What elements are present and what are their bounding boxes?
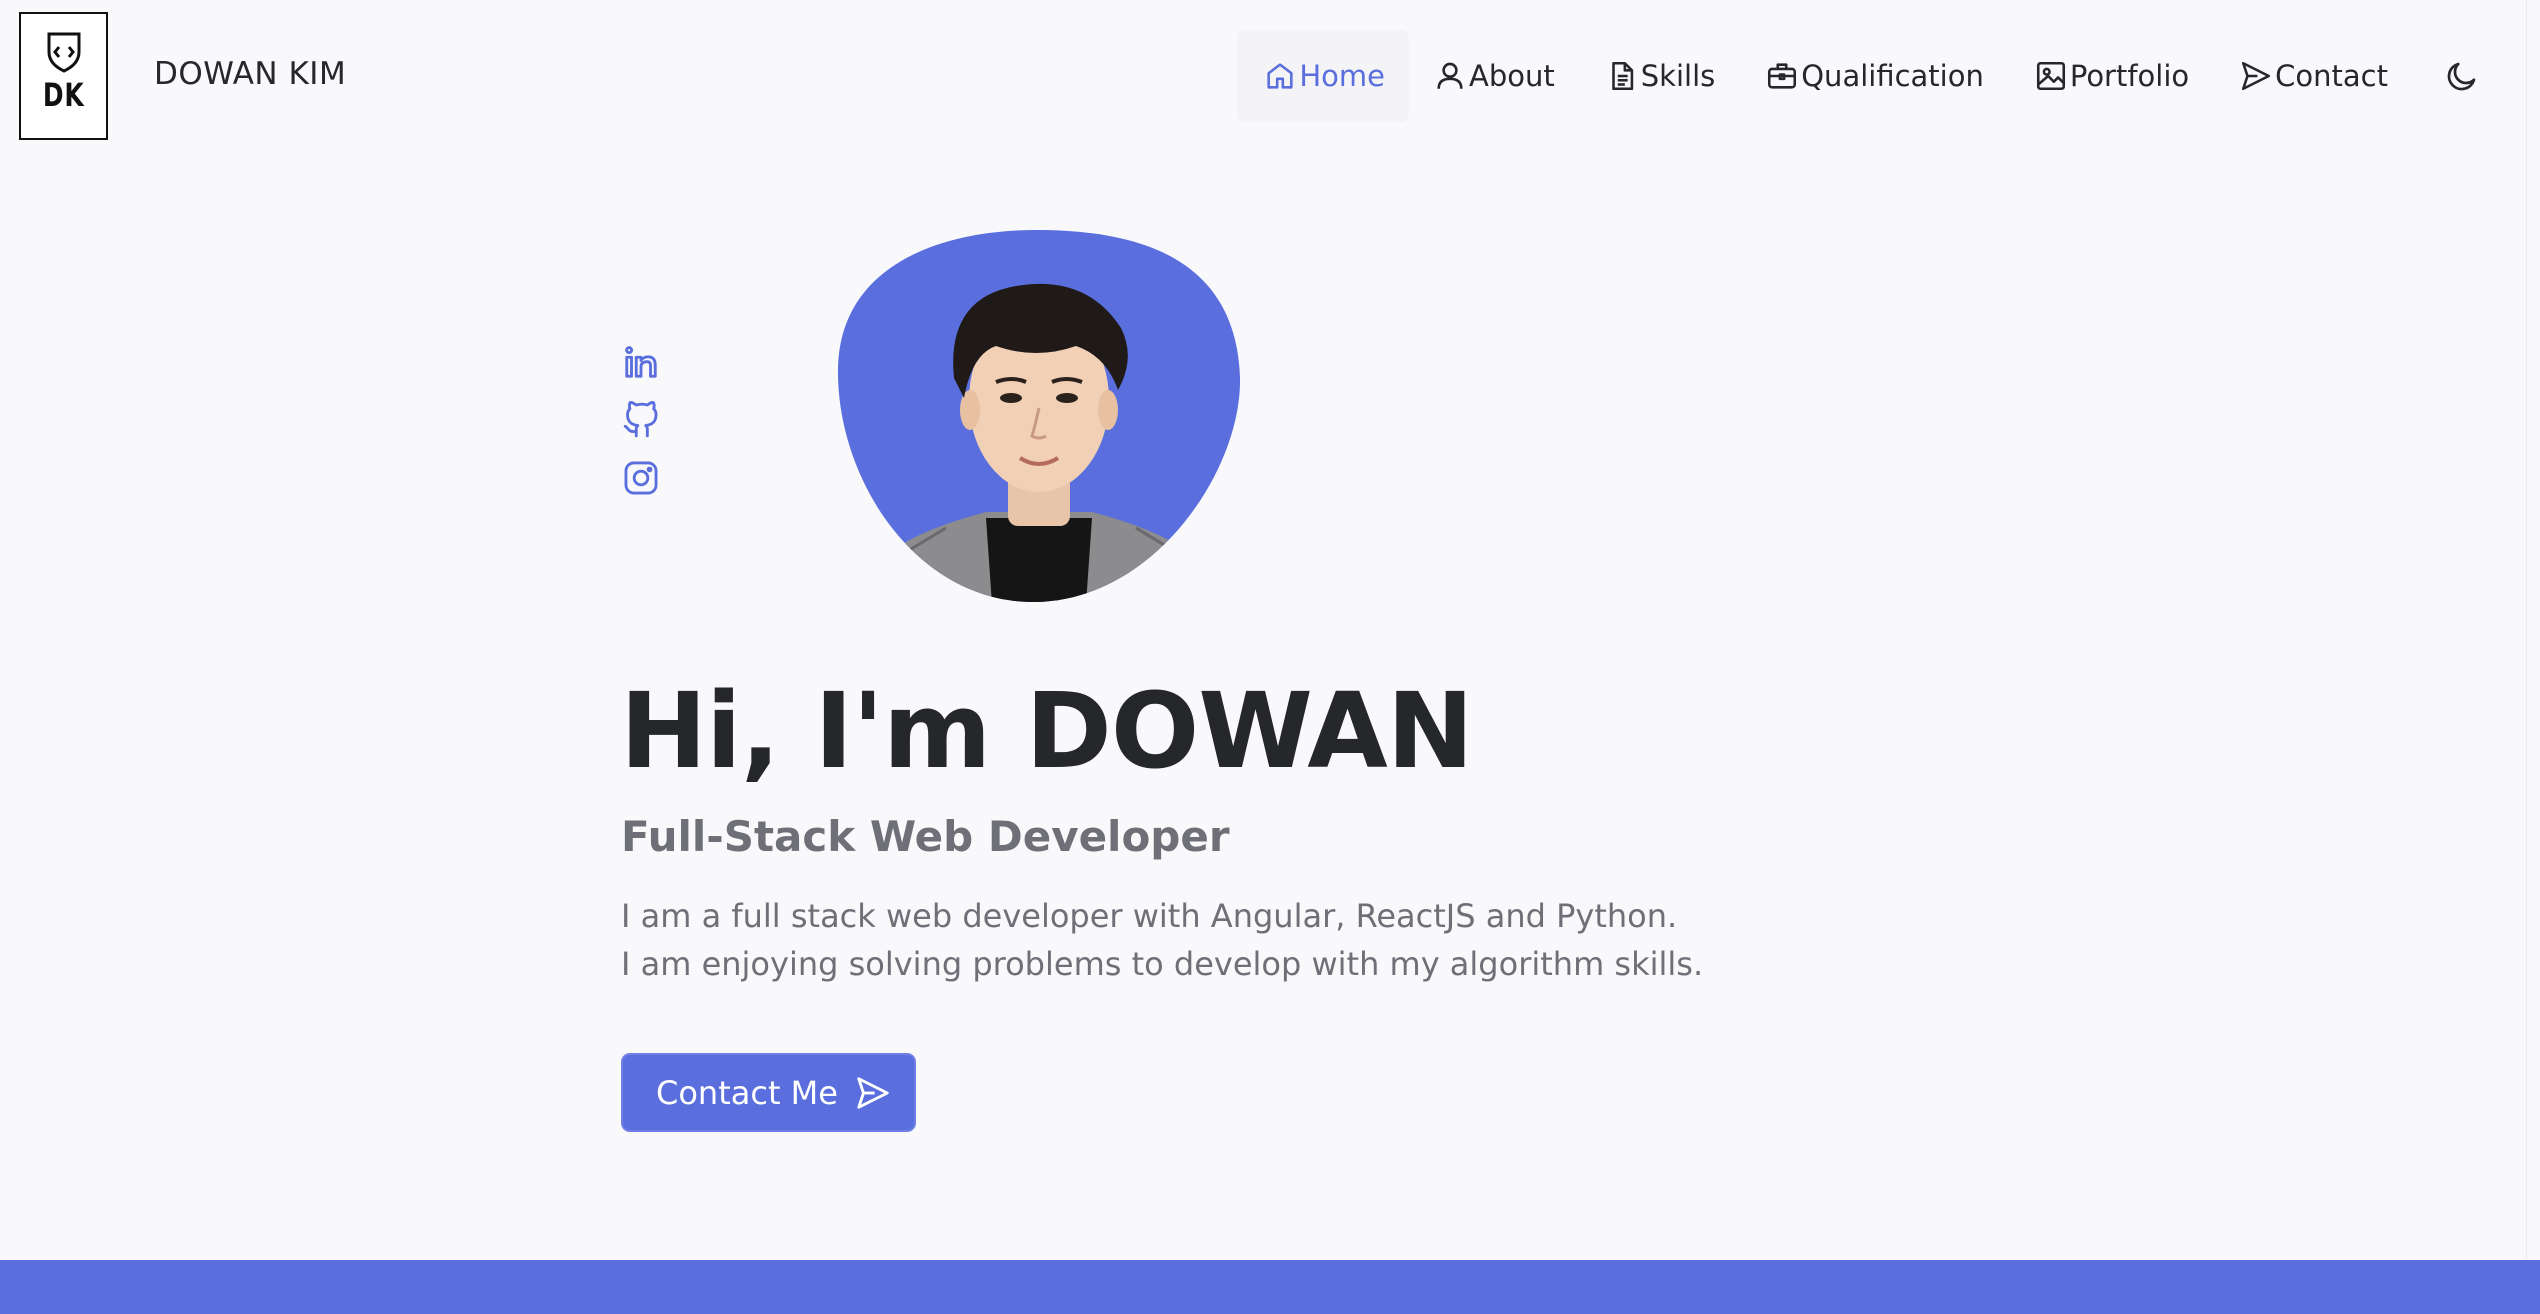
footer-band	[0, 1260, 2540, 1314]
hero-title: Hi, I'm DOWAN	[620, 670, 1474, 792]
moon-icon	[2447, 62, 2476, 91]
image-icon	[2036, 61, 2065, 91]
nav-item-portfolio[interactable]: Portfolio	[2034, 30, 2189, 122]
send-icon	[2242, 61, 2271, 91]
contact-me-label: Contact Me	[656, 1073, 838, 1112]
nav-label-portfolio: Portfolio	[2069, 59, 2190, 93]
instagram-link[interactable]	[621, 458, 661, 498]
hero-subtitle: Full-Stack Web Developer	[621, 812, 1230, 861]
user-icon	[1437, 62, 1463, 89]
nav-label-home: Home	[1299, 59, 1385, 93]
nav-item-about[interactable]: About	[1433, 30, 1555, 122]
site-header: DK DOWAN KIM Home About Skills Qualifica…	[0, 0, 2540, 152]
page-scrollbar[interactable]	[2526, 0, 2540, 1260]
shield-code-icon	[47, 32, 80, 73]
hero-description: I am a full stack web developer with Ang…	[621, 892, 1703, 988]
nav-item-contact[interactable]: Contact	[2239, 30, 2388, 122]
nav-label-contact: Contact	[2275, 59, 2388, 93]
logo[interactable]: DK	[19, 12, 108, 140]
profile-photo	[837, 230, 1241, 603]
nav-label-skills: Skills	[1640, 59, 1716, 93]
home-icon	[1267, 63, 1293, 89]
main-nav: Home About Skills Qualification Portfoli…	[1237, 30, 2540, 122]
file-icon	[1611, 61, 1633, 91]
linkedin-icon	[625, 346, 657, 378]
theme-toggle-button[interactable]	[2440, 54, 2484, 98]
hero-description-line-1: I am a full stack web developer with Ang…	[621, 897, 1678, 935]
nav-label-about: About	[1469, 59, 1555, 93]
send-icon	[857, 1076, 889, 1109]
nav-item-skills[interactable]: Skills	[1605, 30, 1715, 122]
briefcase-icon	[1768, 63, 1797, 89]
nav-label-qualification: Qualification	[1801, 59, 1984, 93]
github-icon	[623, 401, 658, 438]
instagram-icon	[624, 461, 658, 495]
brand-name[interactable]: DOWAN KIM	[154, 56, 346, 92]
github-link[interactable]	[621, 400, 661, 440]
nav-item-home[interactable]: Home	[1237, 30, 1409, 122]
contact-me-button[interactable]: Contact Me	[621, 1053, 916, 1132]
logo-text: DK	[42, 76, 85, 114]
social-links	[621, 342, 661, 516]
hero-description-line-2: I am enjoying solving problems to develo…	[621, 945, 1704, 983]
linkedin-link[interactable]	[621, 342, 661, 382]
nav-item-qualification[interactable]: Qualification	[1765, 30, 1984, 122]
